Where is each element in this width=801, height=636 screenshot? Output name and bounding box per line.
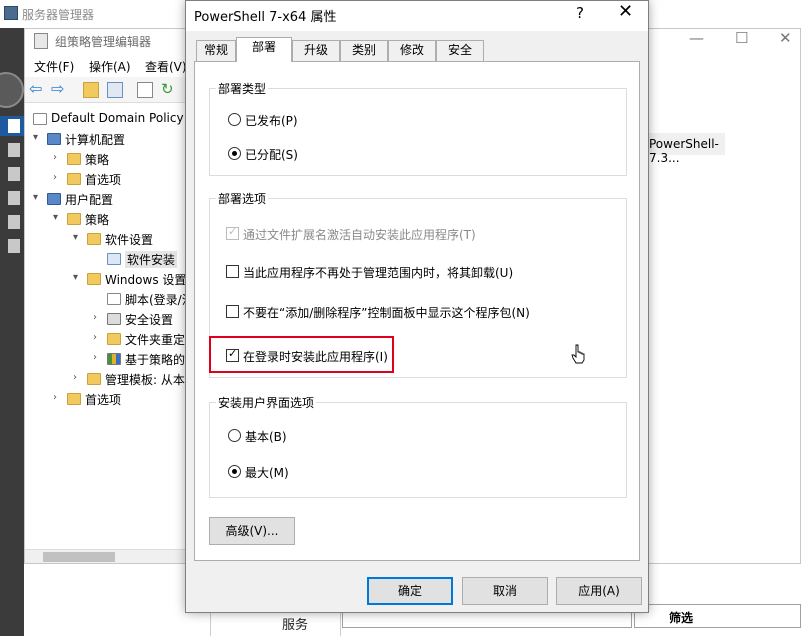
dns-nav-icon[interactable] bbox=[0, 212, 24, 232]
ad-ds-nav-icon[interactable] bbox=[0, 188, 24, 208]
dialog-titlebar: PowerShell 7-x64 属性 ? ✕ bbox=[186, 1, 648, 31]
gpo-tree: Default Domain Policy ▾ 计算机配置 › 策略 › 首选项… bbox=[25, 105, 187, 549]
forward-icon[interactable]: ⇨ bbox=[51, 81, 67, 98]
cancel-button[interactable]: 取消 bbox=[462, 577, 548, 605]
folder-icon bbox=[87, 373, 101, 385]
file-services-nav-icon[interactable] bbox=[0, 236, 24, 256]
services-label: 服务 bbox=[282, 618, 309, 633]
lock-icon bbox=[107, 313, 121, 325]
back-arrow-icon[interactable] bbox=[0, 72, 24, 108]
menu-file[interactable]: 文件(F) bbox=[34, 58, 74, 75]
dialog-title: PowerShell 7-x64 属性 bbox=[194, 10, 337, 25]
gpo-editor-title: 组策略管理编辑器 bbox=[55, 35, 152, 49]
tab-security[interactable]: 安全 bbox=[436, 40, 484, 61]
folder-icon bbox=[87, 233, 101, 245]
dialog-close-icon[interactable]: ✕ bbox=[618, 1, 633, 22]
folder-icon bbox=[67, 173, 81, 185]
gpo-toolbar: ⇦ ⇨ ↻ bbox=[25, 77, 185, 103]
server-manager-nav bbox=[0, 28, 24, 636]
script-icon bbox=[107, 293, 121, 305]
folder-icon bbox=[87, 273, 101, 285]
all-servers-nav-icon[interactable] bbox=[0, 164, 24, 184]
minimize-icon[interactable]: — bbox=[689, 29, 704, 47]
folder-icon bbox=[107, 333, 121, 345]
install-ui-options-caption: 安装用户界面选项 bbox=[216, 394, 317, 411]
highlight-box bbox=[209, 336, 394, 373]
computer-icon bbox=[47, 133, 61, 145]
tab-general[interactable]: 常规 bbox=[196, 40, 236, 61]
tab-categories[interactable]: 类别 bbox=[340, 40, 388, 61]
ok-button[interactable]: 确定 bbox=[367, 577, 453, 605]
properties-dialog: PowerShell 7-x64 属性 ? ✕ 常规 部署 升级 类别 修改 安… bbox=[185, 0, 649, 613]
help-icon[interactable]: ? bbox=[576, 4, 584, 22]
back-icon[interactable]: ⇦ bbox=[29, 81, 45, 98]
apply-button[interactable]: 应用(A) bbox=[556, 577, 642, 605]
refresh-icon[interactable]: ↻ bbox=[161, 82, 177, 98]
scrollbar-thumb[interactable] bbox=[43, 552, 115, 562]
deployment-type-caption: 部署类型 bbox=[216, 80, 269, 97]
tree-horizontal-scrollbar[interactable] bbox=[25, 549, 187, 563]
package-icon bbox=[107, 253, 121, 265]
tab-modifications[interactable]: 修改 bbox=[388, 40, 436, 61]
policy-icon bbox=[33, 113, 47, 125]
hand-cursor-icon bbox=[571, 344, 585, 364]
tab-deployment[interactable]: 部署 bbox=[236, 37, 292, 62]
server-manager-title: 服务器管理器 bbox=[22, 8, 95, 22]
folder-icon bbox=[67, 213, 81, 225]
tab-upgrades[interactable]: 升级 bbox=[292, 40, 340, 61]
advanced-button[interactable]: 高级(V)... bbox=[209, 517, 295, 545]
local-server-nav-icon[interactable] bbox=[0, 140, 24, 160]
chart-icon bbox=[107, 353, 121, 365]
user-icon bbox=[47, 193, 61, 205]
filter-label: 筛选 bbox=[669, 611, 694, 625]
menu-view[interactable]: 查看(V) bbox=[145, 58, 187, 75]
maximize-icon[interactable]: ☐ bbox=[735, 29, 748, 47]
install-ui-options-group: 安装用户界面选项 基本(B) 最大(M) bbox=[209, 394, 627, 498]
show-hide-tree-icon[interactable] bbox=[107, 82, 123, 98]
up-folder-icon[interactable] bbox=[83, 82, 99, 98]
server-manager-icon bbox=[4, 6, 18, 20]
dashboard-nav-icon[interactable] bbox=[0, 116, 24, 136]
filter-box[interactable]: 筛选 bbox=[634, 604, 801, 628]
menu-action[interactable]: 操作(A) bbox=[89, 58, 131, 75]
deployment-options-caption: 部署选项 bbox=[216, 190, 269, 207]
gpo-editor-icon bbox=[34, 33, 48, 49]
package-row[interactable]: PowerShell-7.3... bbox=[645, 133, 725, 165]
close-icon[interactable]: ✕ bbox=[779, 29, 792, 47]
folder-icon bbox=[67, 153, 81, 165]
deployment-type-group: 部署类型 已发布(P) 已分配(S) bbox=[209, 80, 627, 176]
folder-icon bbox=[67, 393, 81, 405]
properties-icon[interactable] bbox=[137, 82, 153, 98]
deployment-tab-pane: 部署类型 已发布(P) 已分配(S) 部署选项 通过文件扩展名激活自动安装此应用… bbox=[194, 61, 640, 561]
dialog-tabs: 常规 部署 升级 类别 修改 安全 bbox=[194, 37, 644, 62]
